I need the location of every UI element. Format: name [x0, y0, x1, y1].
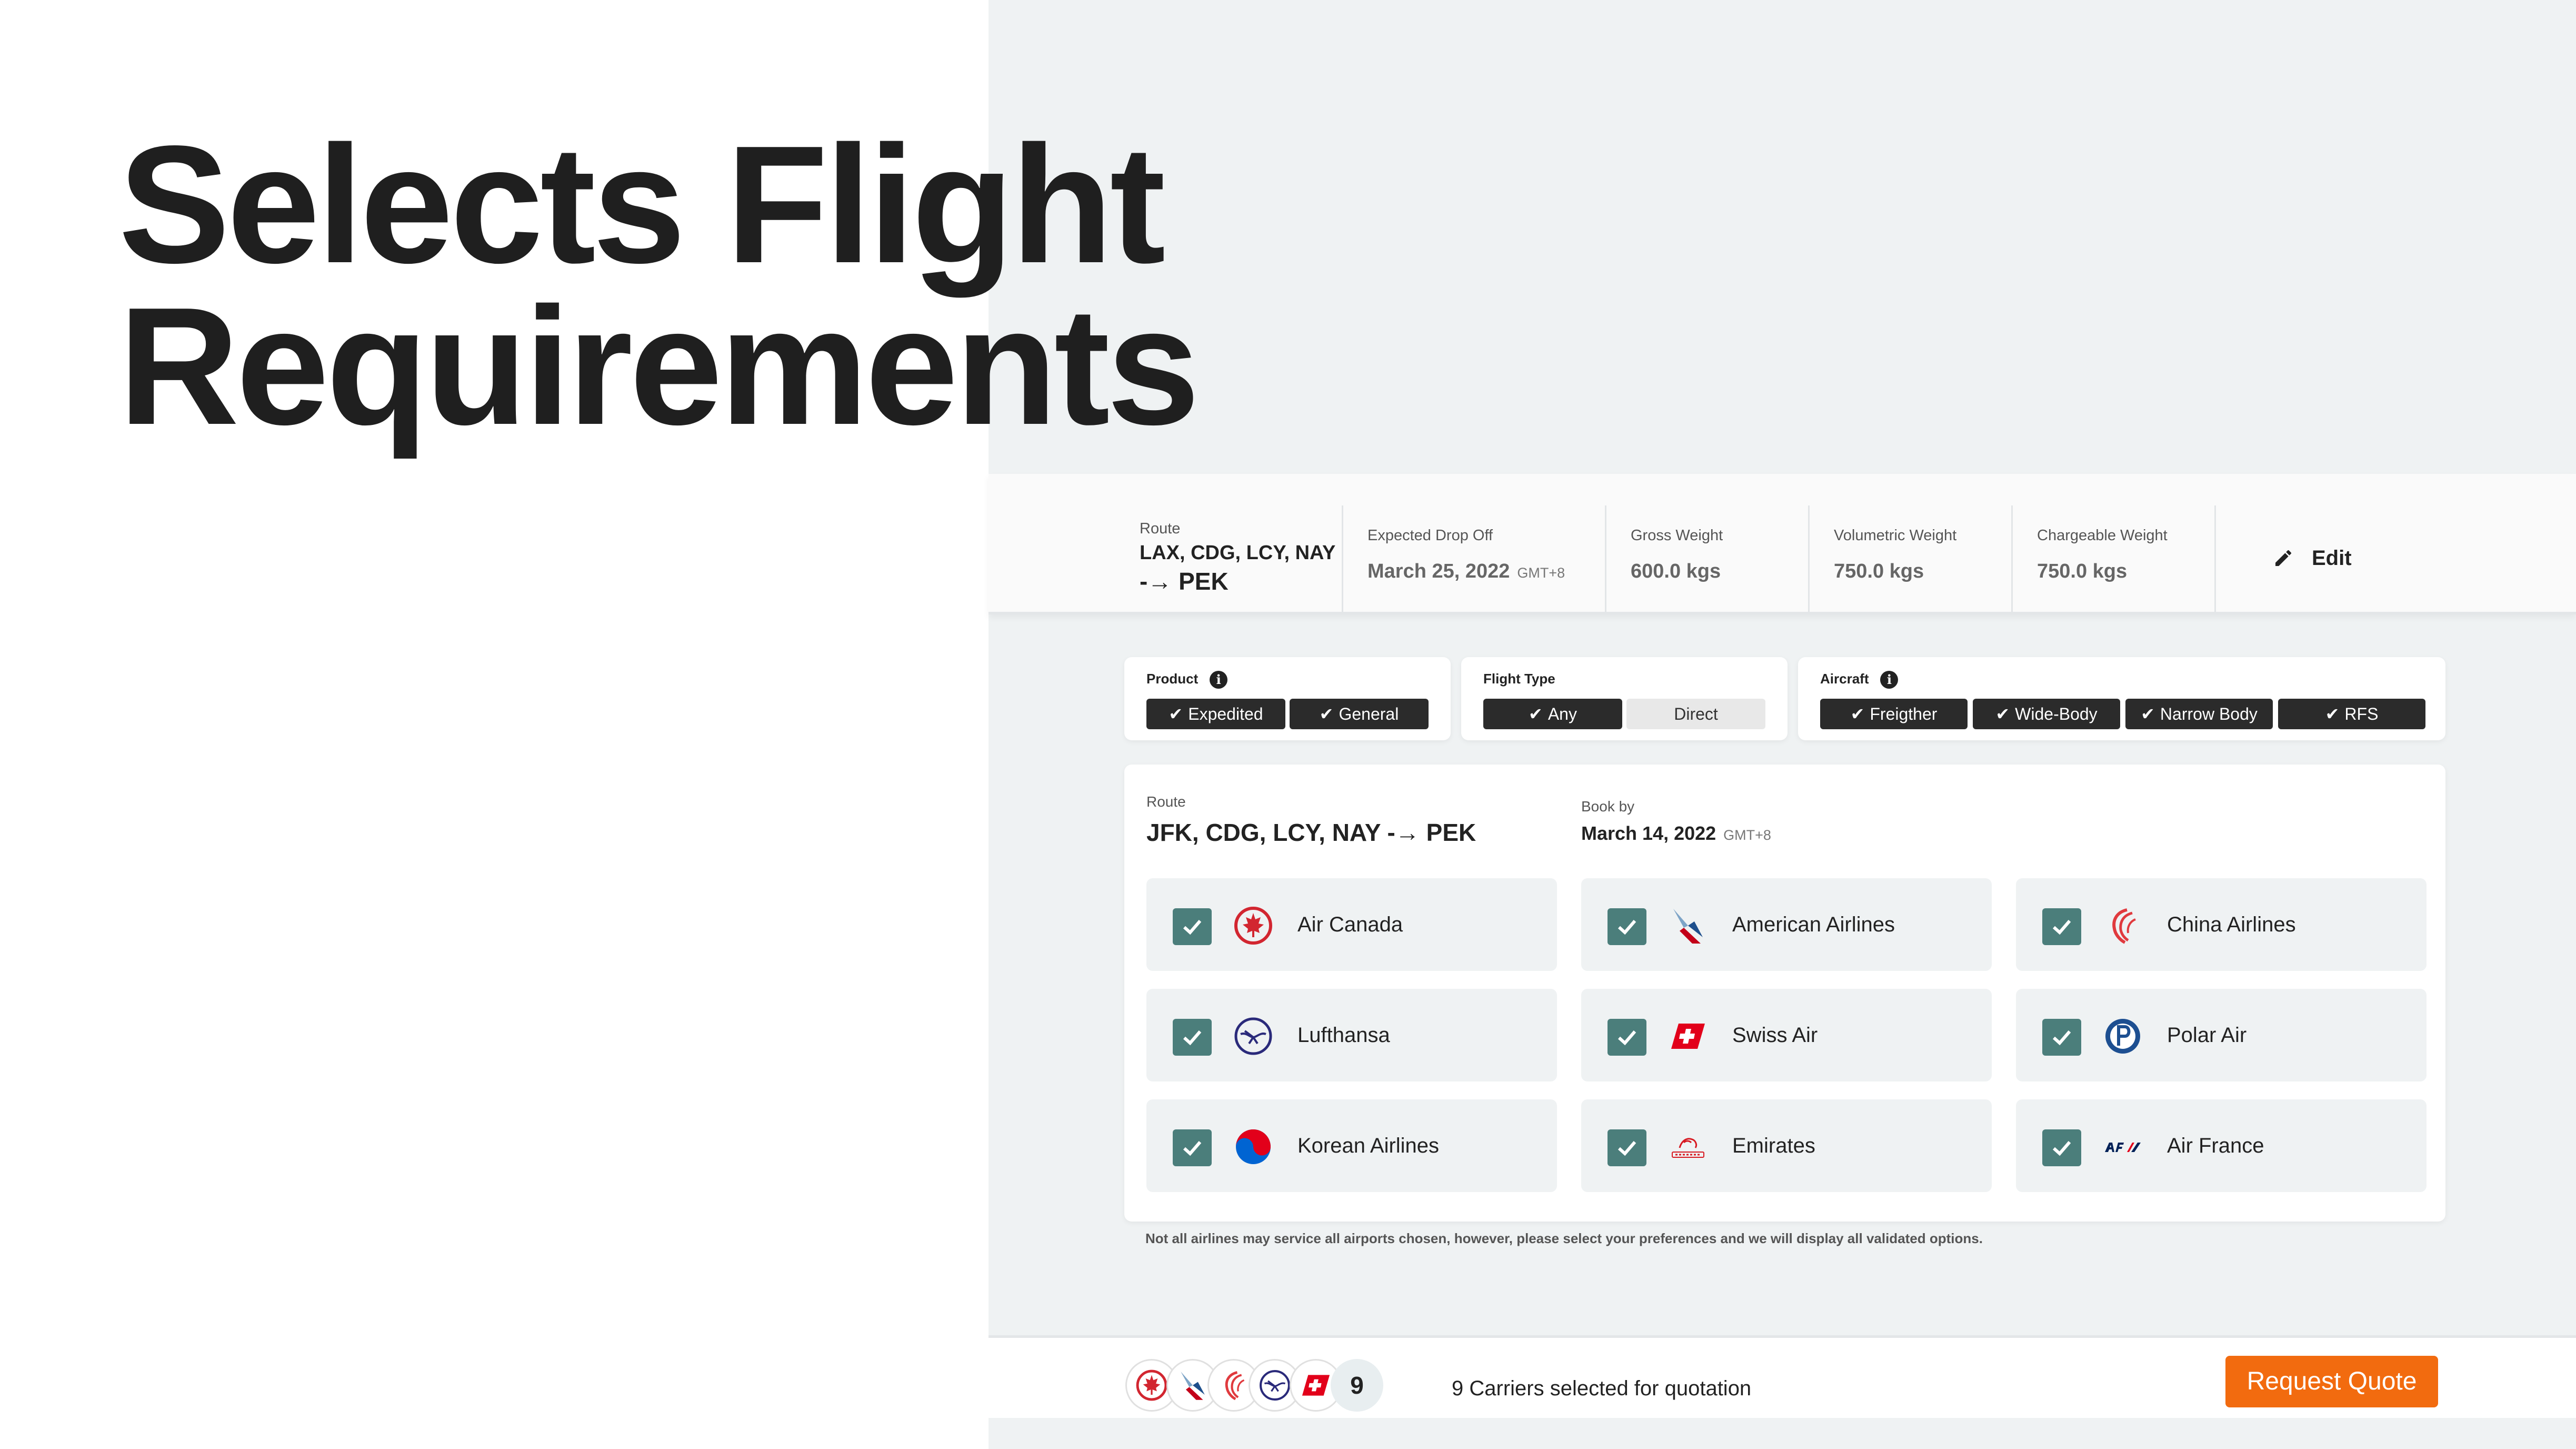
chip-general[interactable]: ✔ General	[1290, 699, 1429, 729]
chargeable-weight-label: Chargeable Weight	[2037, 527, 2168, 544]
airline-option-american-airlines[interactable]: American Airlines	[1581, 878, 1992, 971]
airline-name: Emirates	[1732, 1134, 1815, 1157]
korean-airlines-logo-icon	[1233, 1127, 1273, 1167]
airline-option-air-canada[interactable]: Air Canada	[1146, 878, 1557, 971]
route-label: Route	[1146, 793, 1186, 810]
chip-rfs[interactable]: ✔ RFS	[2278, 699, 2425, 729]
carriers-selected-text: 9 Carriers selected for quotation	[1452, 1377, 1752, 1400]
checkbox-checked[interactable]	[1607, 1019, 1646, 1056]
airline-name: Korean Airlines	[1297, 1134, 1440, 1157]
airline-name: Air France	[2167, 1134, 2264, 1157]
american-airlines-logo-icon	[1668, 906, 1708, 946]
flight-type-label: Flight Type	[1483, 671, 1555, 687]
checkbox-checked[interactable]	[1173, 1129, 1212, 1166]
airline-name: China Airlines	[2167, 913, 2296, 936]
book-by-value: March 14, 2022 GMT+8	[1581, 822, 1771, 844]
chargeable-weight-value: 750.0 kgs	[2037, 560, 2128, 582]
summary-route: Route LAX, CDG, LCY, NAY -→ PEK	[989, 474, 1343, 612]
request-quote-button[interactable]: Request Quote	[2225, 1356, 2438, 1407]
airline-option-polar-air[interactable]: Polar Air	[2016, 989, 2427, 1081]
checkbox-checked[interactable]	[1173, 1019, 1212, 1056]
air-canada-logo-icon	[1233, 906, 1273, 946]
summary-chargeable-weight: Chargeable Weight 750.0 kgs	[2013, 474, 2216, 612]
disclaimer-text: Not all airlines may service all airport…	[1145, 1230, 1983, 1246]
chip-direct[interactable]: Direct	[1626, 699, 1765, 729]
airline-option-air-france[interactable]: Air France	[2016, 1099, 2427, 1192]
gross-weight-label: Gross Weight	[1631, 527, 1723, 544]
swiss-air-logo-icon	[1668, 1016, 1708, 1056]
airline-option-lufthansa[interactable]: Lufthansa	[1146, 989, 1557, 1081]
checkbox-checked[interactable]	[2042, 1129, 2081, 1166]
aircraft-filter-card: Aircraft i ✔ Freigther ✔ Wide-Body ✔ Narrow …	[1798, 657, 2445, 740]
air-france-logo-icon	[2103, 1127, 2143, 1167]
checkbox-checked[interactable]	[1607, 908, 1646, 945]
flight-type-filter-card: Flight Type ✔ Any Direct	[1461, 657, 1788, 740]
china-airlines-logo-icon	[2103, 906, 2143, 946]
chip-narrow-body[interactable]: ✔ Narrow Body	[2125, 699, 2273, 729]
drop-off-value: March 25, 2022 GMT+8	[1367, 560, 1565, 582]
summary-drop-off: Expected Drop Off March 25, 2022 GMT+8	[1343, 474, 1606, 612]
product-label: Product i	[1146, 671, 1228, 689]
hero-title: Selects Flight Requirements	[118, 111, 1200, 460]
carrier-selection-card: Route JFK, CDG, LCY, NAY -→ PEK Book by …	[1124, 765, 2445, 1222]
summary-volumetric-weight: Volumetric Weight 750.0 kgs	[1810, 474, 2013, 612]
airline-option-swiss-air[interactable]: Swiss Air	[1581, 989, 1992, 1081]
airline-name: American Airlines	[1732, 913, 1895, 936]
emirates-logo-icon	[1668, 1127, 1708, 1167]
summary-gross-weight: Gross Weight 600.0 kgs	[1606, 474, 1810, 612]
volumetric-weight-label: Volumetric Weight	[1834, 527, 1957, 544]
lufthansa-logo-icon	[1233, 1016, 1273, 1056]
drop-off-label: Expected Drop Off	[1367, 527, 1493, 544]
airline-option-korean-airlines[interactable]: Korean Airlines	[1146, 1099, 1557, 1192]
gross-weight-value: 600.0 kgs	[1631, 560, 1721, 582]
shipment-summary-bar: Route LAX, CDG, LCY, NAY -→ PEK Expected…	[989, 474, 2576, 614]
airline-name: Air Canada	[1297, 913, 1403, 936]
carrier-count-badge: 9	[1331, 1359, 1383, 1412]
checkbox-checked[interactable]	[1173, 908, 1212, 945]
pencil-icon	[2273, 548, 2296, 571]
chip-expedited[interactable]: ✔ Expedited	[1146, 699, 1285, 729]
route-value: LAX, CDG, LCY, NAY -→ PEK	[1140, 542, 1336, 595]
route-label: Route	[1140, 520, 1181, 537]
checkbox-checked[interactable]	[2042, 908, 2081, 945]
airline-name: Swiss Air	[1732, 1024, 1818, 1047]
book-by-label: Book by	[1581, 798, 1635, 815]
info-icon[interactable]: i	[1880, 671, 1899, 689]
checkbox-checked[interactable]	[2042, 1019, 2081, 1056]
chip-wide-body[interactable]: ✔ Wide-Body	[1973, 699, 2120, 729]
chip-freighter[interactable]: ✔ Freigther	[1820, 699, 1968, 729]
info-icon[interactable]: i	[1210, 671, 1228, 689]
polar-air-logo-icon	[2103, 1016, 2143, 1056]
app-panel: Route LAX, CDG, LCY, NAY -→ PEK Expected…	[989, 0, 2576, 1449]
quote-footer-bar: 9 9 Carriers selected for quotation Requ…	[989, 1335, 2576, 1418]
checkbox-checked[interactable]	[1607, 1129, 1646, 1166]
airline-name: Lufthansa	[1297, 1024, 1390, 1047]
airline-option-china-airlines[interactable]: China Airlines	[2016, 878, 2427, 971]
edit-button[interactable]: Edit	[2273, 547, 2352, 571]
aircraft-label: Aircraft i	[1820, 671, 1899, 689]
airline-option-emirates[interactable]: Emirates	[1581, 1099, 1992, 1192]
airline-name: Polar Air	[2167, 1024, 2247, 1047]
chip-any[interactable]: ✔ Any	[1483, 699, 1622, 729]
volumetric-weight-value: 750.0 kgs	[1834, 560, 1924, 582]
product-filter-card: Product i ✔ Expedited ✔ General	[1124, 657, 1451, 740]
route-value: JFK, CDG, LCY, NAY -→ PEK	[1146, 819, 1476, 846]
